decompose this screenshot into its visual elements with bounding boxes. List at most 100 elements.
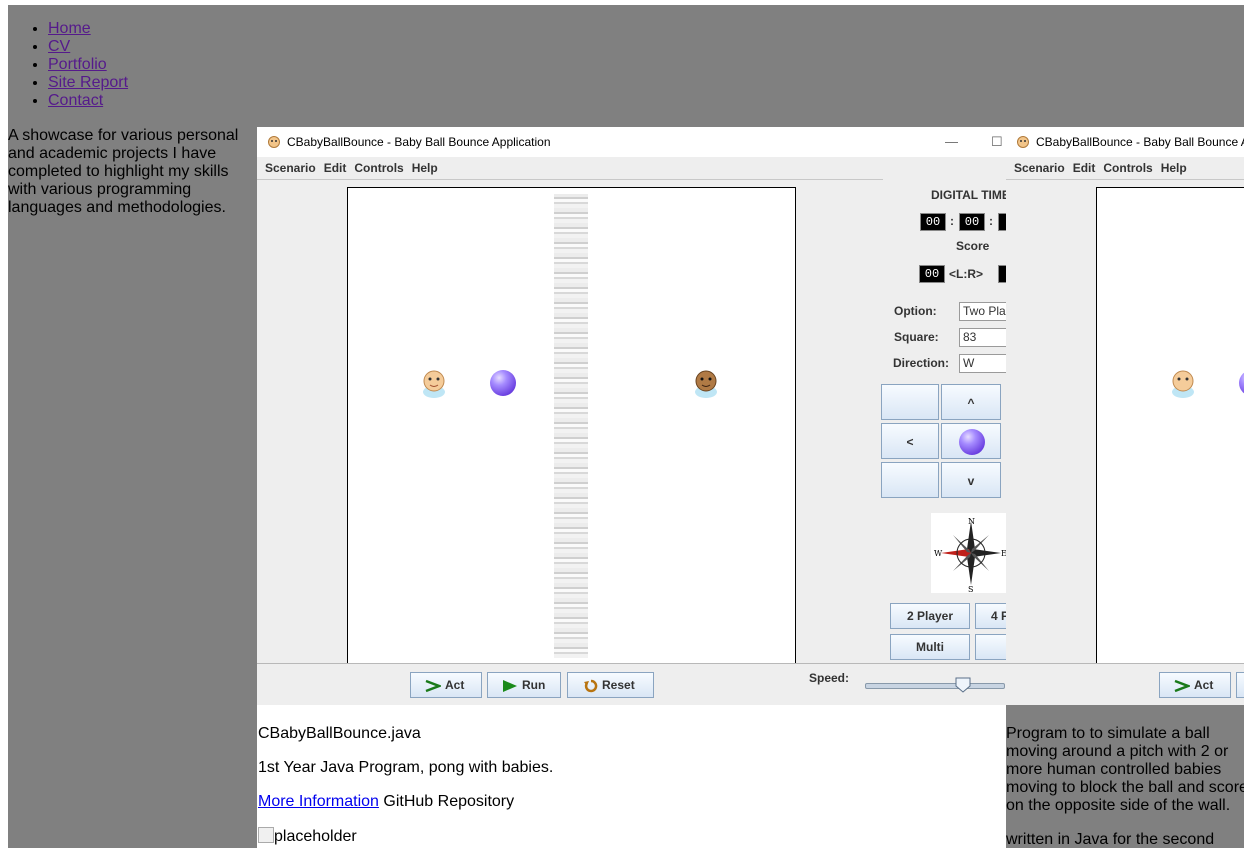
menu-scenario[interactable]: Scenario xyxy=(1014,161,1065,175)
act-arrow-icon xyxy=(1174,679,1192,692)
app-screenshot-2: CBabyBallBounce - Baby Ball Bounce Appli… xyxy=(1006,127,1244,705)
compass-w: W xyxy=(934,549,943,558)
baby-left-icon xyxy=(1172,370,1194,398)
baby-app-icon xyxy=(268,136,280,148)
two-player-button[interactable]: 2 Player xyxy=(890,603,970,629)
compass-n: N xyxy=(968,517,975,526)
app-titlebar: CBabyBallBounce - Baby Ball Bounce Appli… xyxy=(257,127,1006,157)
speed-label: Speed: xyxy=(809,671,850,685)
project-2-description: Program to to simulate a ball moving aro… xyxy=(1006,725,1244,814)
project-1-links: More Information GitHub Repository xyxy=(258,793,514,811)
menu-controls[interactable]: Controls xyxy=(1103,161,1152,175)
project-1-filename: CBabyBallBounce.java xyxy=(258,725,421,742)
broken-image-icon xyxy=(258,827,274,843)
project-2-note: written in Java for the second xyxy=(1006,831,1215,848)
nav-item-portfolio: Portfolio xyxy=(48,56,128,74)
app-window-title: CBabyBallBounce - Baby Ball Bounce Appli… xyxy=(287,135,551,149)
left-button[interactable]: < xyxy=(881,423,939,459)
act-label: Act xyxy=(445,678,465,692)
four-player-button[interactable]: 4 P xyxy=(975,603,1006,629)
nav-link-cv[interactable]: CV xyxy=(48,38,70,55)
down-button[interactable]: v xyxy=(941,462,1001,498)
intro-text: A showcase for various personal and acad… xyxy=(8,127,239,216)
act-arrow-icon xyxy=(425,679,443,692)
pitch-board-2 xyxy=(1096,187,1244,665)
multi-button[interactable]: Multi xyxy=(890,634,970,660)
speed-slider[interactable] xyxy=(865,677,1005,693)
menu-edit[interactable]: Edit xyxy=(1073,161,1096,175)
compass-s: S xyxy=(968,585,973,593)
score-label: Score xyxy=(956,239,990,253)
baby-app-icon xyxy=(1017,136,1029,148)
nav-link-contact[interactable]: Contact xyxy=(48,92,103,109)
timer-hours: 00 xyxy=(920,213,946,231)
option-field[interactable]: Two Pla xyxy=(959,302,1006,321)
timer-minutes: 00 xyxy=(959,213,985,231)
project-2-card: Program to to simulate a ball moving aro… xyxy=(1006,705,1244,848)
timer-separator: : xyxy=(950,214,954,228)
score-separator: <L:R> xyxy=(949,267,984,281)
reset-icon xyxy=(584,679,598,693)
menu-help[interactable]: Help xyxy=(412,161,438,175)
nav-item-contact: Contact xyxy=(48,92,128,110)
run-play-icon xyxy=(503,679,517,692)
nav-item-site-report: Site Report xyxy=(48,74,128,92)
center-wall xyxy=(554,194,588,658)
run-button[interactable]: Run xyxy=(487,672,561,698)
act-button[interactable]: Act xyxy=(1159,672,1231,698)
pitch-board xyxy=(347,187,796,665)
score-right: 0 xyxy=(998,265,1006,283)
pad-blank-top[interactable] xyxy=(881,384,939,420)
option-label: Option: xyxy=(894,304,937,318)
slider-thumb-icon[interactable] xyxy=(955,677,971,693)
pad-blank-bottom[interactable] xyxy=(881,462,939,498)
ball-icon xyxy=(1239,370,1244,396)
run-label: Run xyxy=(522,678,546,692)
score-left: 00 xyxy=(919,265,945,283)
minimize-icon[interactable]: — xyxy=(945,134,958,149)
compass-icon: N S E W xyxy=(934,517,1006,594)
slider-track xyxy=(865,683,1005,689)
nav-item-home: Home xyxy=(48,20,128,38)
bottom-toolbar-2: Act xyxy=(1006,663,1244,705)
extra-button[interactable] xyxy=(975,634,1006,660)
ball-icon xyxy=(490,370,516,396)
project-1-description: 1st Year Java Program, pong with babies. xyxy=(258,759,554,776)
reset-button[interactable]: Reset xyxy=(567,672,654,698)
app-window-title-2: CBabyBallBounce - Baby Ball Bounce Appli… xyxy=(1036,135,1244,149)
baby-left-icon xyxy=(423,370,445,398)
site-nav: Home CV Portfolio Site Report Contact xyxy=(30,20,128,110)
menu-scenario[interactable]: Scenario xyxy=(265,161,316,175)
nav-link-home[interactable]: Home xyxy=(48,20,91,37)
menu-help[interactable]: Help xyxy=(1161,161,1187,175)
bottom-toolbar: Act Run Reset Speed: xyxy=(257,663,1006,705)
square-label: Square: xyxy=(894,330,939,344)
baby-right-icon xyxy=(695,370,717,398)
project-1-card: CBabyBallBounce.java 1st Year Java Progr… xyxy=(257,705,1006,848)
app-menubar: Scenario Edit Controls Help xyxy=(257,157,1006,180)
project-1-image: placeholder xyxy=(258,827,357,846)
nav-item-cv: CV xyxy=(48,38,128,56)
more-info-link[interactable]: More Information xyxy=(258,793,379,810)
center-ball-button[interactable] xyxy=(941,423,1001,459)
menu-controls[interactable]: Controls xyxy=(354,161,403,175)
digital-timer-label: DIGITAL TIME xyxy=(931,188,1006,202)
act-button[interactable]: Act xyxy=(410,672,482,698)
image-alt-text: placeholder xyxy=(274,828,357,845)
nav-link-site-report[interactable]: Site Report xyxy=(48,74,128,91)
nav-link-portfolio[interactable]: Portfolio xyxy=(48,56,107,73)
up-button[interactable]: ^ xyxy=(941,384,1001,420)
menu-edit[interactable]: Edit xyxy=(324,161,347,175)
control-panel: DIGITAL TIME 00 : 00 : 0 Score 00 <L:R> … xyxy=(881,179,1006,663)
reset-label: Reset xyxy=(602,678,635,692)
page-background: Home CV Portfolio Site Report Contact A … xyxy=(8,5,1244,848)
act-label: Act xyxy=(1194,678,1214,692)
app-screenshot: CBabyBallBounce - Baby Ball Bounce Appli… xyxy=(257,127,1006,705)
square-field[interactable]: 83 xyxy=(959,328,1006,347)
app-menubar-2: Scenario Edit Controls Help xyxy=(1006,157,1244,180)
direction-field[interactable]: W xyxy=(959,354,1006,373)
compass-rose: N S E W xyxy=(931,513,1006,594)
direction-label: Direction: xyxy=(893,356,950,370)
maximize-icon[interactable]: ☐ xyxy=(991,134,1003,150)
run-button[interactable] xyxy=(1236,672,1244,698)
